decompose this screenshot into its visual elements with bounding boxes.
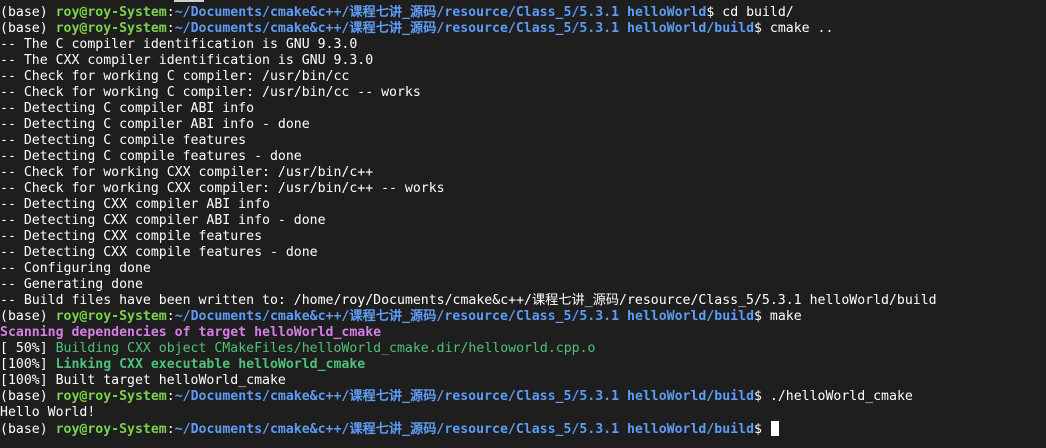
prompt-user-host: roy@roy-System [55,422,167,437]
make-status-text: Scanning dependencies of target helloWor… [0,325,382,340]
output-line: Scanning dependencies of target helloWor… [0,325,1046,341]
output-line: -- Check for working C compiler: /usr/bi… [0,85,1046,101]
output-line: -- Detecting C compile features [0,133,1046,149]
prompt-symbol: $ [754,389,770,404]
output-line: [100%] Built target helloWorld_cmake [0,373,1046,389]
output-text: -- Generating done [0,277,143,292]
output-line: -- Detecting CXX compiler ABI info - don… [0,213,1046,229]
terminal-window[interactable]: (base) roy@roy-System:~/Documents/cmake&… [0,0,1046,448]
prompt-separator: : [166,21,175,36]
build-step-text: Linking CXX executable helloWorld_cmake [55,357,366,372]
output-line: -- Build files have been written to: /ho… [0,293,1046,309]
prompt-line: (base) roy@roy-System:~/Documents/cmake&… [0,421,1046,437]
output-text: -- Detecting C compile features [0,133,247,148]
build-progress-percent: [100%] [0,357,56,372]
prompt-separator: : [166,309,175,324]
prompt-command: cd build/ [722,5,794,20]
scrollback-edge-mark [174,0,204,2]
prompt-line: (base) roy@roy-System:~/Documents/cmake&… [0,5,1046,21]
prompt-env: (base) [0,21,56,36]
output-text: -- Check for working CXX compiler: /usr/… [0,165,374,180]
output-text: -- Detecting CXX compile features [0,229,263,244]
output-text: -- Detecting C compiler ABI info - done [0,117,310,132]
prompt-env: (base) [0,389,56,404]
output-text: -- Check for working CXX compiler: /usr/… [0,181,445,196]
prompt-separator: : [166,389,175,404]
output-line: -- Detecting C compile features - done [0,149,1046,165]
output-text: -- The CXX compiler identification is GN… [0,53,374,68]
prompt-user-host: roy@roy-System [55,5,167,20]
prompt-line: (base) roy@roy-System:~/Documents/cmake&… [0,21,1046,37]
terminal-output: (base) roy@roy-System:~/Documents/cmake&… [0,5,1046,437]
output-line: -- Configuring done [0,261,1046,277]
prompt-user-host: roy@roy-System [55,309,167,324]
output-text: -- Detecting CXX compiler ABI info - don… [0,213,326,228]
prompt-path: ~/Documents/cmake&c++/课程七讲_源码/resource/C… [174,21,755,36]
prompt-env: (base) [0,5,56,20]
build-step-text: Building CXX object CMakeFiles/helloWorl… [55,341,596,356]
output-text: Hello World! [0,405,96,420]
output-line: -- The CXX compiler identification is GN… [0,53,1046,69]
prompt-symbol: $ [754,422,770,437]
prompt-symbol: $ [706,5,723,20]
output-line: [ 50%] Building CXX object CMakeFiles/he… [0,341,1046,357]
prompt-command: make [769,309,802,324]
output-line: [100%] Linking CXX executable helloWorld… [0,357,1046,373]
output-text: [100%] Built target helloWorld_cmake [0,373,286,388]
output-line: -- Generating done [0,277,1046,293]
output-line: -- Check for working CXX compiler: /usr/… [0,165,1046,181]
prompt-symbol: $ [754,309,770,324]
prompt-path: ~/Documents/cmake&c++/课程七讲_源码/resource/C… [174,309,755,324]
output-line: -- Detecting C compiler ABI info - done [0,117,1046,133]
output-line: -- Detecting CXX compile features - done [0,245,1046,261]
prompt-path: ~/Documents/cmake&c++/课程七讲_源码/resource/C… [174,389,755,404]
output-text: -- Detecting CXX compiler ABI info [0,197,270,212]
output-line: -- Check for working CXX compiler: /usr/… [0,181,1046,197]
output-line: -- The C compiler identification is GNU … [0,37,1046,53]
prompt-line: (base) roy@roy-System:~/Documents/cmake&… [0,309,1046,325]
output-text: -- Build files have been written to: /ho… [0,293,937,308]
output-text: -- Check for working C compiler: /usr/bi… [0,69,350,84]
prompt-user-host: roy@roy-System [55,389,167,404]
prompt-env: (base) [0,309,56,324]
prompt-path: ~/Documents/cmake&c++/课程七讲_源码/resource/C… [174,422,755,437]
prompt-line: (base) roy@roy-System:~/Documents/cmake&… [0,389,1046,405]
output-text: -- Configuring done [0,261,151,276]
output-text: -- Detecting CXX compile features - done [0,245,318,260]
prompt-command: cmake .. [769,21,834,36]
output-text: -- Detecting C compile features - done [0,149,302,164]
prompt-symbol: $ [754,21,770,36]
output-text: -- Check for working C compiler: /usr/bi… [0,85,421,100]
output-line: Hello World! [0,405,1046,421]
output-text: -- The C compiler identification is GNU … [0,37,358,52]
prompt-separator: : [166,422,175,437]
output-line: -- Check for working C compiler: /usr/bi… [0,69,1046,85]
output-line: -- Detecting C compiler ABI info [0,101,1046,117]
prompt-separator: : [166,5,175,20]
prompt-command: ./helloWorld_cmake [769,389,913,404]
build-progress-percent: [ 50%] [0,341,56,356]
output-line: -- Detecting CXX compile features [0,229,1046,245]
output-text: -- Detecting C compiler ABI info [0,101,255,116]
prompt-user-host: roy@roy-System [55,21,167,36]
prompt-env: (base) [0,422,56,437]
text-cursor[interactable] [770,421,779,436]
prompt-path: ~/Documents/cmake&c++/课程七讲_源码/resource/C… [174,5,707,20]
output-line: -- Detecting CXX compiler ABI info [0,197,1046,213]
